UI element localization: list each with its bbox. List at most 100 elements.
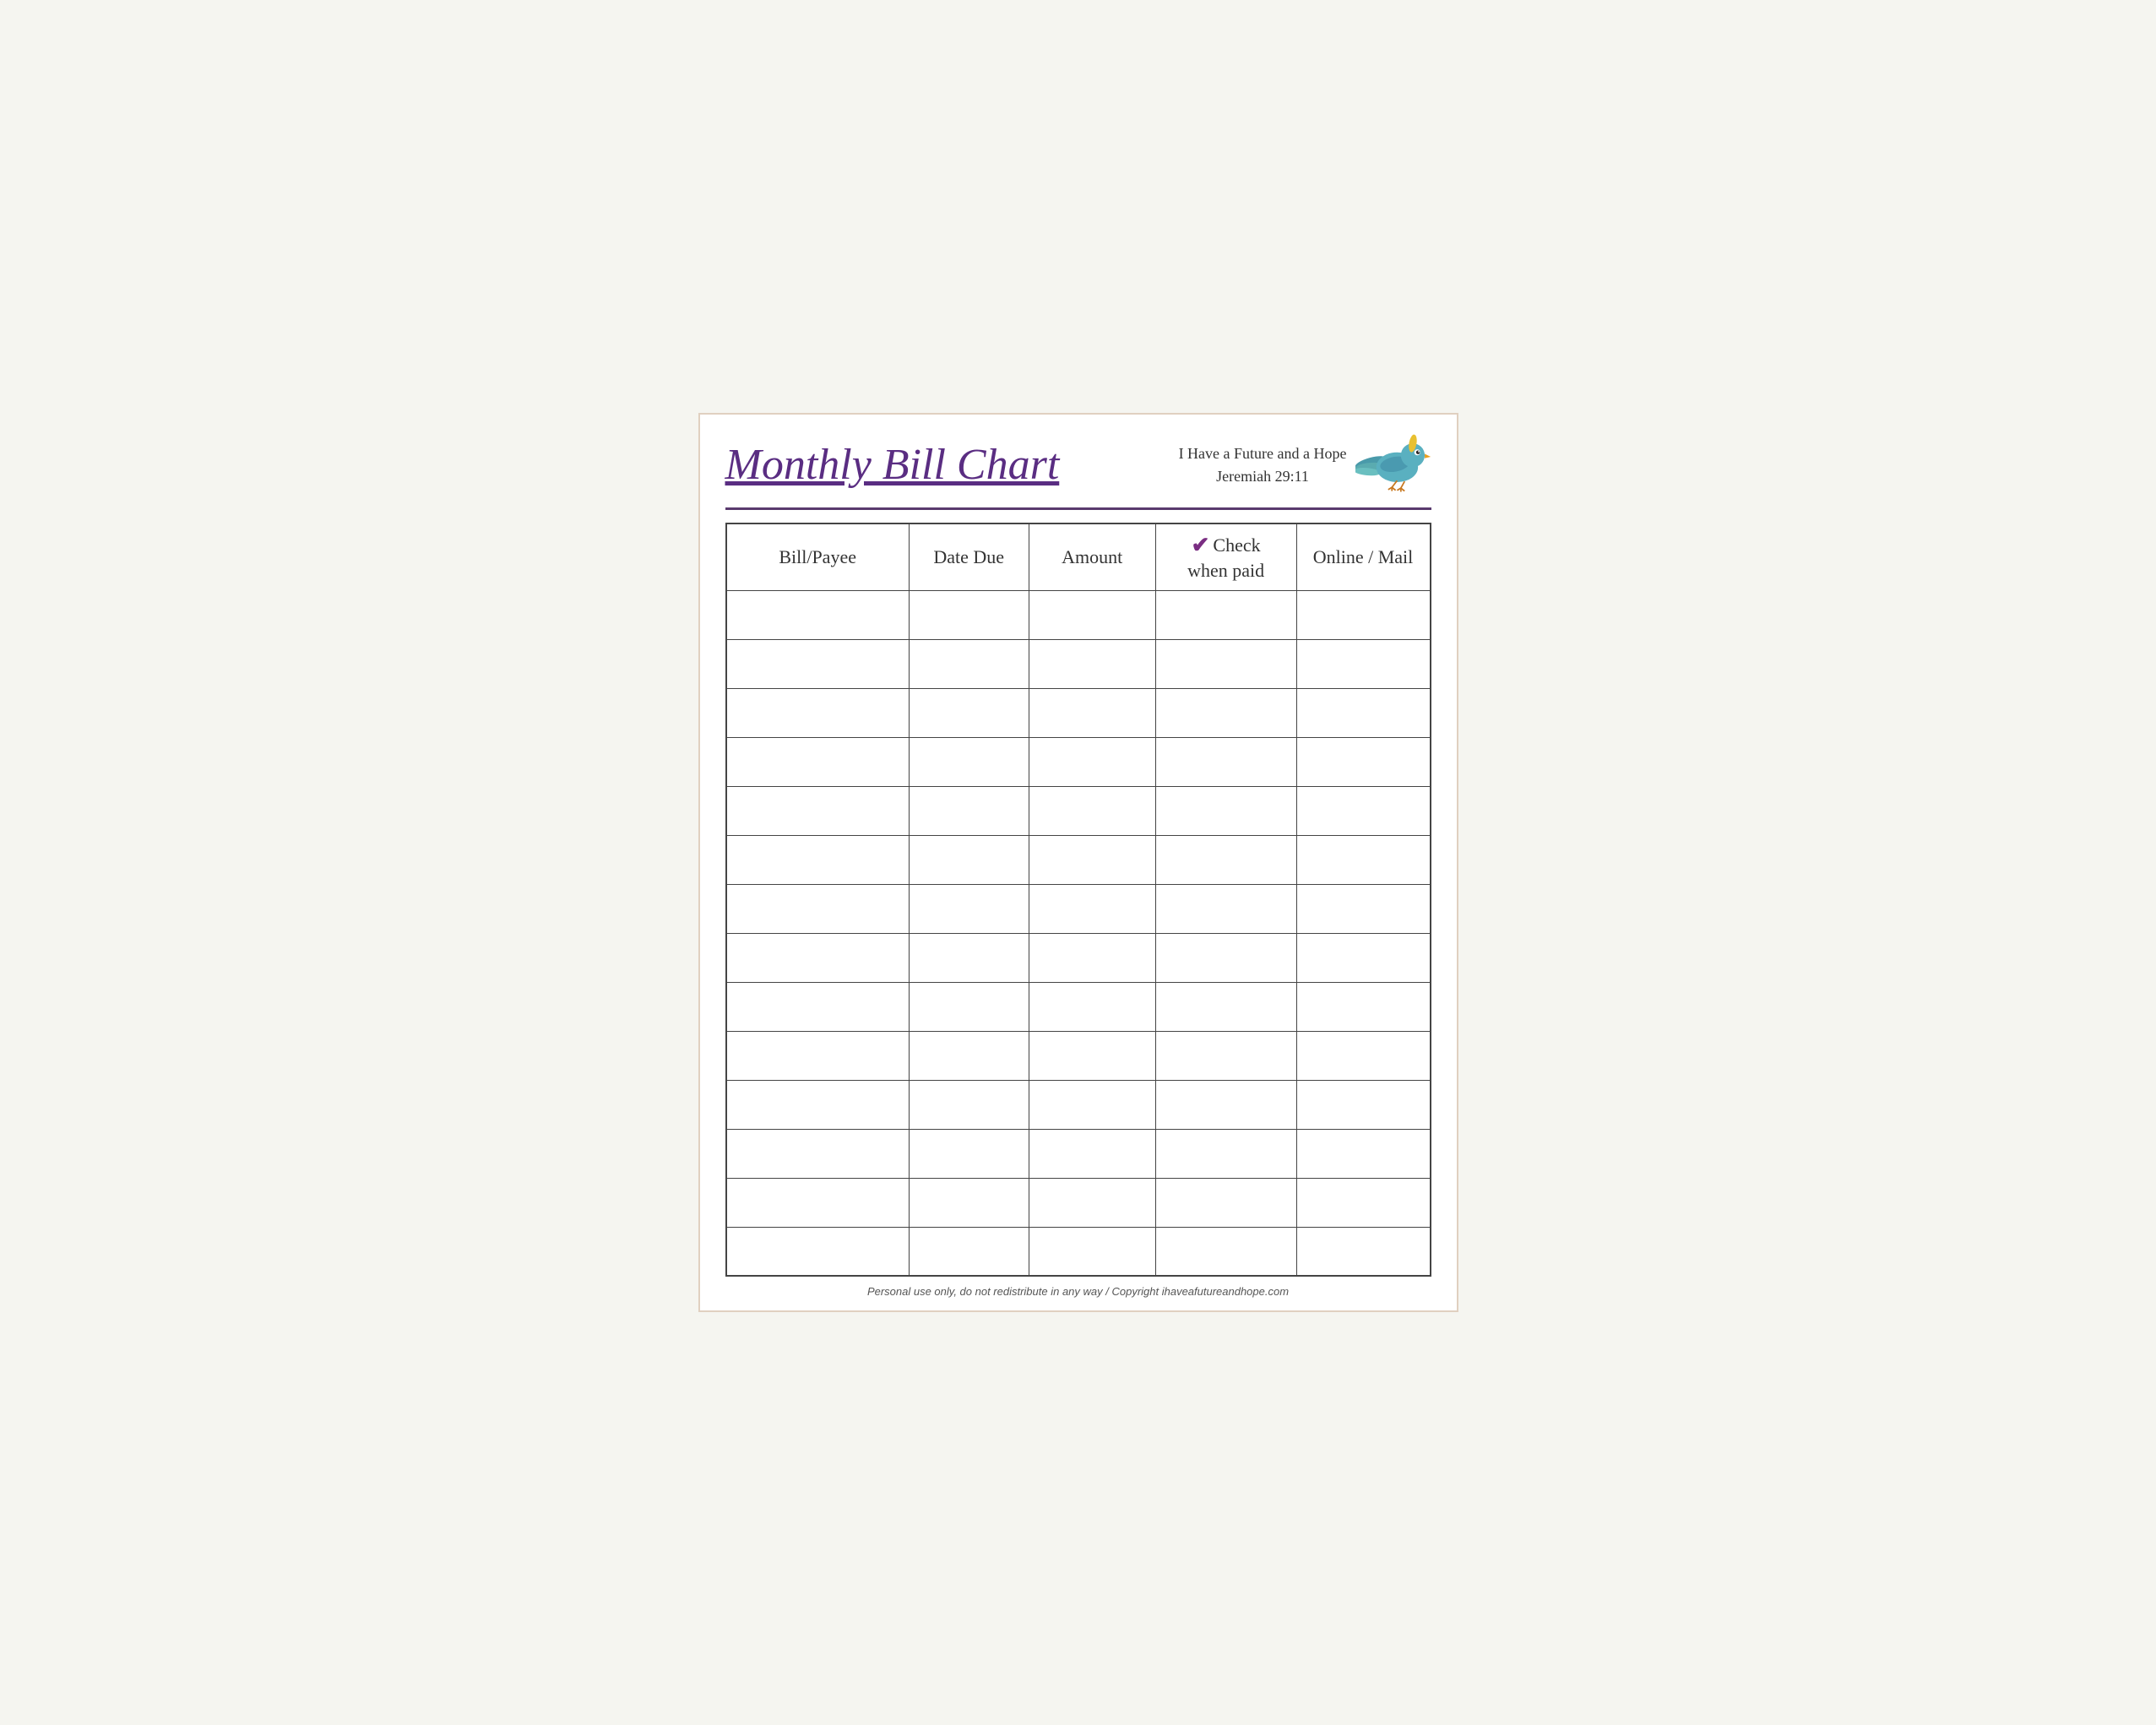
col-header-amount: Amount: [1029, 523, 1155, 591]
footer: Personal use only, do not redistribute i…: [725, 1285, 1431, 1298]
table-row: [726, 884, 1431, 933]
table-cell: [1029, 884, 1155, 933]
table-cell: [1296, 884, 1431, 933]
table-cell: [1029, 1129, 1155, 1178]
table-cell: [909, 786, 1029, 835]
table-row: [726, 1129, 1431, 1178]
table-cell: [909, 639, 1029, 688]
bill-table: Bill/Payee Date Due Amount ✔ Check when …: [725, 523, 1431, 1277]
table-cell: [1296, 1178, 1431, 1227]
table-row: [726, 786, 1431, 835]
table-cell: [1296, 1129, 1431, 1178]
table-cell: [1296, 1080, 1431, 1129]
table-cell: [726, 590, 910, 639]
table-cell: [1155, 1080, 1296, 1129]
table-row: [726, 737, 1431, 786]
table-cell: [1155, 1227, 1296, 1276]
col-header-check: ✔ Check when paid: [1155, 523, 1296, 591]
bird-illustration: [1355, 431, 1431, 499]
table-cell: [1029, 1227, 1155, 1276]
table-cell: [909, 1129, 1029, 1178]
table-cell: [1029, 639, 1155, 688]
col-header-online: Online / Mail: [1296, 523, 1431, 591]
table-row: [726, 933, 1431, 982]
table-cell: [726, 786, 910, 835]
table-cell: [1029, 1178, 1155, 1227]
table-cell: [1029, 982, 1155, 1031]
table-row: [726, 835, 1431, 884]
table-cell: [726, 1178, 910, 1227]
table-row: [726, 688, 1431, 737]
table-cell: [909, 1080, 1029, 1129]
header-right: I Have a Future and a Hope Jeremiah 29:1…: [1179, 431, 1431, 499]
table-cell: [1029, 688, 1155, 737]
table-cell: [1296, 1227, 1431, 1276]
page-title: Monthly Bill Chart: [725, 443, 1060, 487]
table-cell: [1155, 1129, 1296, 1178]
table-row: [726, 1031, 1431, 1080]
table-cell: [726, 1227, 910, 1276]
table-row: [726, 1080, 1431, 1129]
table-cell: [1296, 590, 1431, 639]
table-cell: [1155, 1178, 1296, 1227]
table-cell: [1155, 982, 1296, 1031]
table-cell: [1155, 1031, 1296, 1080]
table-cell: [726, 884, 910, 933]
table-cell: [909, 590, 1029, 639]
table-cell: [1029, 1080, 1155, 1129]
table-cell: [909, 835, 1029, 884]
table-cell: [909, 737, 1029, 786]
table-row: [726, 1227, 1431, 1276]
table-cell: [1155, 933, 1296, 982]
table-cell: [909, 933, 1029, 982]
table-body: [726, 590, 1431, 1276]
table-cell: [909, 1227, 1029, 1276]
table-cell: [1155, 835, 1296, 884]
table-cell: [1029, 835, 1155, 884]
table-cell: [726, 1080, 910, 1129]
table-row: [726, 590, 1431, 639]
table-cell: [909, 1031, 1029, 1080]
table-cell: [909, 1178, 1029, 1227]
table-cell: [1296, 737, 1431, 786]
table-cell: [1155, 688, 1296, 737]
table-cell: [726, 835, 910, 884]
col-header-payee: Bill/Payee: [726, 523, 910, 591]
table-cell: [726, 1129, 910, 1178]
col-header-date: Date Due: [909, 523, 1029, 591]
table-cell: [1296, 786, 1431, 835]
table-cell: [909, 982, 1029, 1031]
table-cell: [726, 1031, 910, 1080]
table-cell: [726, 688, 910, 737]
table-cell: [1155, 884, 1296, 933]
table-row: [726, 982, 1431, 1031]
table-cell: [1296, 1031, 1431, 1080]
table-header-row: Bill/Payee Date Due Amount ✔ Check when …: [726, 523, 1431, 591]
table-cell: [1296, 933, 1431, 982]
check-icon: ✔: [1192, 533, 1210, 558]
table-cell: [1029, 590, 1155, 639]
table-cell: [726, 982, 910, 1031]
table-cell: [726, 933, 910, 982]
table-cell: [909, 688, 1029, 737]
table-cell: [726, 639, 910, 688]
table-cell: [1029, 1031, 1155, 1080]
table-row: [726, 1178, 1431, 1227]
table-cell: [909, 884, 1029, 933]
table-cell: [1296, 982, 1431, 1031]
scripture-text: I Have a Future and a Hope Jeremiah 29:1…: [1179, 442, 1347, 488]
table-cell: [1155, 786, 1296, 835]
table-cell: [1029, 737, 1155, 786]
table-cell: [1296, 688, 1431, 737]
table-cell: [726, 737, 910, 786]
header: Monthly Bill Chart I Have a Future and a…: [725, 431, 1431, 510]
table-row: [726, 639, 1431, 688]
table-cell: [1296, 835, 1431, 884]
table-cell: [1155, 737, 1296, 786]
table-cell: [1029, 786, 1155, 835]
table-cell: [1155, 590, 1296, 639]
table-cell: [1029, 933, 1155, 982]
table-cell: [1155, 639, 1296, 688]
table-cell: [1296, 639, 1431, 688]
page: Monthly Bill Chart I Have a Future and a…: [698, 413, 1458, 1313]
